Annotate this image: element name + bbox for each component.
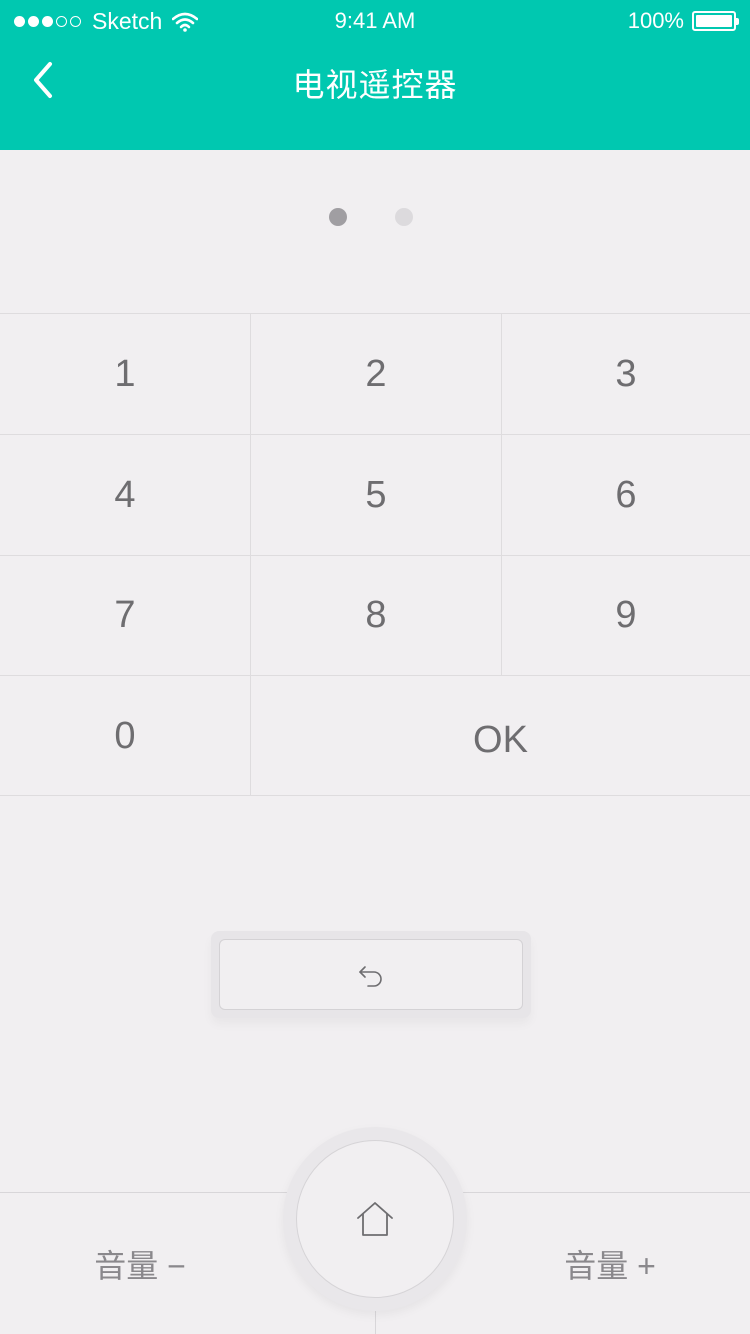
page-indicator — [0, 208, 750, 228]
key-9[interactable]: 9 — [502, 556, 750, 676]
header: Sketch 9:41 AM 100% 电视遥控器 — [0, 0, 750, 150]
key-6[interactable]: 6 — [502, 435, 750, 556]
key-2[interactable]: 2 — [251, 314, 502, 435]
number-keypad: 1 2 3 4 5 6 7 8 9 0 OK — [0, 313, 750, 796]
key-0[interactable]: 0 — [0, 676, 251, 796]
key-3[interactable]: 3 — [502, 314, 750, 435]
volume-up-button[interactable]: 音量 + — [470, 1193, 750, 1334]
key-4[interactable]: 4 — [0, 435, 251, 556]
key-8[interactable]: 8 — [251, 556, 502, 676]
key-5[interactable]: 5 — [251, 435, 502, 556]
home-button[interactable] — [296, 1140, 454, 1298]
status-right: 100% — [627, 8, 739, 34]
volume-down-button[interactable]: 音量 − — [0, 1193, 280, 1334]
home-icon — [357, 1202, 393, 1236]
key-1[interactable]: 1 — [0, 314, 251, 435]
ok-button[interactable]: OK — [251, 676, 750, 796]
page-dot[interactable] — [395, 208, 413, 226]
battery-icon — [692, 11, 739, 31]
undo-arrow-icon — [359, 965, 382, 987]
page-title: 电视遥控器 — [292, 67, 458, 103]
status-bar: Sketch 9:41 AM 100% — [0, 0, 750, 40]
return-button[interactable] — [219, 939, 523, 1010]
page-dot-active[interactable] — [329, 208, 347, 226]
home-button-frame — [283, 1127, 467, 1311]
return-button-frame — [211, 931, 531, 1018]
key-7[interactable]: 7 — [0, 556, 251, 676]
battery-percent: 100% — [627, 8, 684, 33]
